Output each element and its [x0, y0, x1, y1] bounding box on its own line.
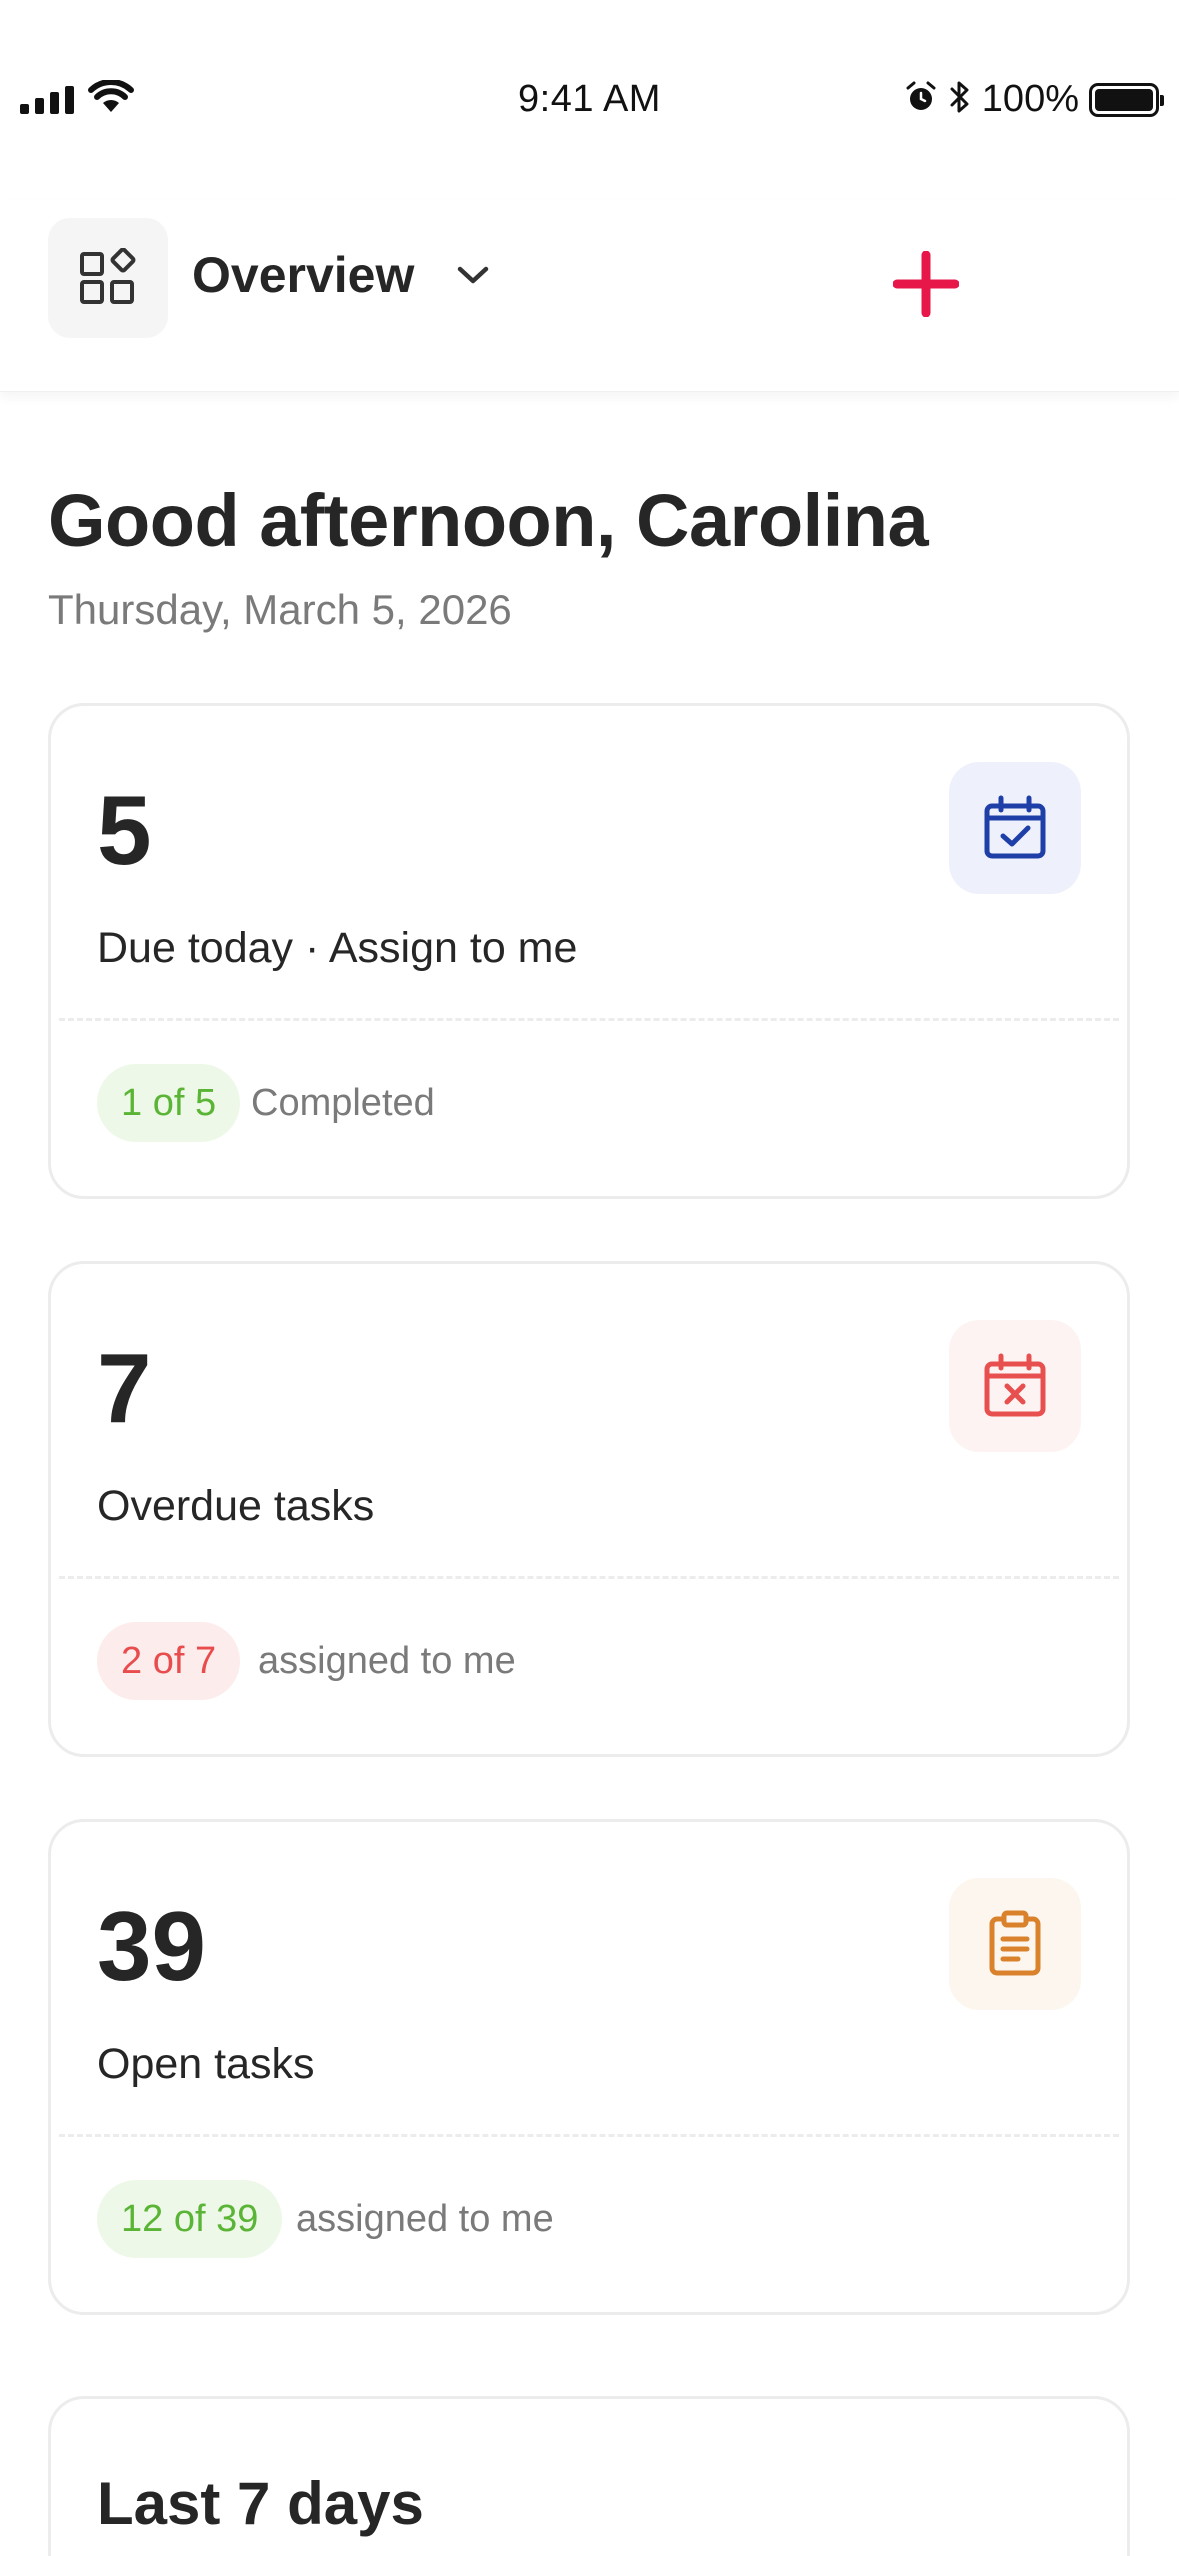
- icon-tile: [949, 1878, 1081, 2010]
- open-assigned-badge: 12 of 39: [97, 2180, 283, 2258]
- calendar-x-icon: [984, 1353, 1046, 1417]
- page-title[interactable]: Overview: [192, 246, 414, 304]
- open-tasks-label: Open tasks: [97, 2040, 315, 2088]
- chevron-down-icon[interactable]: [452, 260, 494, 295]
- card-divider: [59, 1018, 1119, 1021]
- last-7-days-card: Last 7 days: [48, 2396, 1130, 2556]
- icon-tile: [949, 762, 1081, 894]
- greeting-headline: Good afternoon, Carolina: [48, 479, 929, 562]
- app-header: Overview: [0, 200, 1179, 392]
- battery-icon: [1089, 82, 1164, 117]
- status-right: 100%: [904, 78, 1164, 121]
- status-bar: 9:41 AM 100%: [0, 0, 1179, 200]
- clipboard-icon: [989, 1910, 1041, 1976]
- overdue-tasks-card[interactable]: 7 Overdue tasks 2 of 7 assigned to me: [48, 1261, 1130, 1757]
- add-button[interactable]: [880, 238, 972, 330]
- due-today-label: Due today · Assign to me: [97, 924, 578, 972]
- current-date: Thursday, March 5, 2026: [48, 586, 512, 633]
- overdue-assigned-badge: 2 of 7: [97, 1622, 241, 1700]
- due-today-count: 5: [97, 775, 152, 885]
- open-tasks-count: 39: [97, 1891, 207, 2001]
- plus-icon: [893, 251, 959, 317]
- battery-percent: 100%: [981, 78, 1079, 120]
- completed-badge: 1 of 5: [97, 1064, 241, 1142]
- alarm-icon: [904, 80, 938, 119]
- apps-grid-icon: [80, 248, 136, 304]
- battery-fill: [1095, 88, 1153, 111]
- overdue-assigned-caption: assigned to me: [258, 1640, 516, 1682]
- calendar-check-icon: [984, 795, 1046, 859]
- completed-caption: Completed: [251, 1082, 435, 1124]
- card-divider: [59, 2134, 1119, 2137]
- bluetooth-icon: [948, 79, 972, 120]
- due-today-card[interactable]: 5 Due today · Assign to me 1 of 5 Comple…: [48, 703, 1130, 1199]
- apps-menu-button[interactable]: [48, 218, 168, 338]
- open-tasks-card[interactable]: 39 Open tasks 12 of 39 assigned to me: [48, 1819, 1130, 2315]
- icon-tile: [949, 1320, 1081, 1452]
- overdue-count: 7: [97, 1333, 152, 1443]
- overdue-label: Overdue tasks: [97, 1482, 375, 1530]
- last-7-days-title: Last 7 days: [97, 2470, 424, 2537]
- open-assigned-caption: assigned to me: [296, 2198, 554, 2240]
- card-divider: [59, 1576, 1119, 1579]
